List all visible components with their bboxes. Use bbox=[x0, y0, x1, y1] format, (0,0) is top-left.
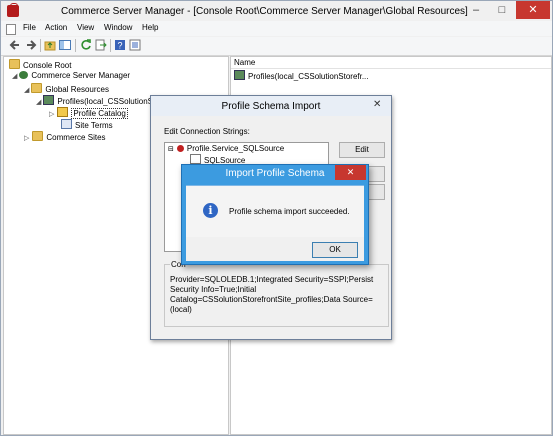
tree-node-commerce-server-manager[interactable]: ◢ Commerce Server Manager bbox=[12, 71, 130, 80]
connection-string-text: Provider=SQLOLEDB.1;Integrated Security=… bbox=[170, 275, 374, 314]
folder-icon bbox=[9, 59, 20, 69]
tree-node-label: Console Root bbox=[23, 61, 72, 70]
tree-item-label: Profile.Service_SQLSource bbox=[186, 144, 285, 153]
tree-node-label: Commerce Sites bbox=[46, 133, 106, 142]
window-title: Commerce Server Manager - [Console Root\… bbox=[61, 6, 468, 17]
menu-action[interactable]: Action bbox=[45, 23, 67, 32]
dialog-message: Profile schema import succeeded. bbox=[229, 207, 350, 216]
document-icon bbox=[190, 154, 201, 164]
server-manager-icon bbox=[19, 71, 29, 79]
show-hide-tree-icon[interactable] bbox=[59, 39, 71, 51]
tree-node-site-terms[interactable]: Site Terms bbox=[61, 119, 113, 130]
tree-item-profile-service[interactable]: ⊟ Profile.Service_SQLSource bbox=[168, 144, 284, 153]
tree-node-profile-catalog[interactable]: ▷ Profile Catalog bbox=[49, 107, 128, 119]
svg-text:?: ? bbox=[117, 41, 122, 51]
expand-chevron-icon[interactable]: ▷ bbox=[24, 135, 29, 142]
connection-string-group: Con Provider=SQLOLEDB.1;Integrated Secur… bbox=[164, 260, 389, 327]
tree-node-label: Site Terms bbox=[75, 121, 113, 130]
info-icon: i bbox=[203, 203, 218, 218]
menu-help[interactable]: Help bbox=[142, 23, 158, 32]
tree-node-console-root[interactable]: Console Root bbox=[9, 59, 71, 70]
refresh-icon[interactable] bbox=[80, 39, 92, 51]
tree-node-label: Global Resources bbox=[45, 85, 109, 94]
datasource-icon bbox=[176, 145, 184, 152]
expand-chevron-icon[interactable]: ▷ bbox=[49, 111, 54, 118]
tree-node-commerce-sites[interactable]: ▷ Commerce Sites bbox=[24, 131, 106, 142]
forward-arrow-icon[interactable] bbox=[25, 39, 37, 51]
title-bar: Commerce Server Manager - [Console Root\… bbox=[1, 1, 552, 21]
collapse-box-icon[interactable]: ⊟ bbox=[168, 146, 174, 153]
up-folder-icon[interactable] bbox=[44, 39, 56, 51]
app-icon bbox=[7, 3, 19, 17]
collapse-chevron-icon[interactable]: ◢ bbox=[36, 99, 41, 106]
menu-window[interactable]: Window bbox=[104, 23, 132, 32]
back-arrow-icon[interactable] bbox=[9, 39, 21, 51]
menu-view[interactable]: View bbox=[77, 23, 94, 32]
export-list-icon[interactable] bbox=[95, 39, 107, 51]
profiles-icon bbox=[234, 70, 245, 80]
folder-icon bbox=[32, 131, 44, 141]
maximize-button[interactable]: □ bbox=[489, 1, 515, 19]
dialog-title-bar: Profile Schema Import ✕ bbox=[151, 96, 391, 116]
help-icon[interactable]: ? bbox=[114, 39, 126, 51]
tree-node-label: Profile Catalog bbox=[71, 108, 128, 119]
dialog-close-button[interactable]: ✕ bbox=[335, 165, 366, 180]
site-terms-icon bbox=[61, 119, 72, 129]
profiles-icon bbox=[43, 95, 55, 105]
toolbar-separator bbox=[75, 39, 76, 52]
folder-icon bbox=[31, 83, 43, 93]
menu-file[interactable]: File bbox=[23, 23, 36, 32]
mmc-doc-icon[interactable] bbox=[6, 24, 16, 35]
catalog-icon bbox=[57, 107, 69, 117]
column-header-name[interactable]: Name bbox=[234, 58, 255, 67]
tree-node-global-resources[interactable]: ◢ Global Resources bbox=[24, 83, 109, 94]
minimize-button[interactable]: – bbox=[463, 1, 489, 19]
toolbar-separator bbox=[110, 39, 111, 52]
import-profile-schema-dialog: Import Profile Schema ✕ i Profile schema… bbox=[181, 164, 369, 265]
close-button[interactable]: ✕ bbox=[516, 1, 550, 19]
dialog-body: i Profile schema import succeeded. OK bbox=[186, 185, 364, 261]
edit-button[interactable]: Edit bbox=[339, 142, 385, 158]
list-item-label: Profiles(local_CSSolutionStorefr... bbox=[248, 72, 369, 81]
ok-button[interactable]: OK bbox=[312, 242, 358, 258]
list-item[interactable]: Profiles(local_CSSolutionStorefr... bbox=[234, 70, 369, 81]
tree-node-label: Commerce Server Manager bbox=[31, 71, 131, 80]
properties-icon[interactable] bbox=[129, 39, 141, 51]
collapse-chevron-icon[interactable]: ◢ bbox=[12, 73, 17, 80]
toolbar-separator bbox=[40, 39, 41, 52]
dialog-close-button[interactable]: ✕ bbox=[373, 99, 381, 110]
list-header: Name bbox=[231, 57, 551, 69]
collapse-chevron-icon[interactable]: ◢ bbox=[24, 87, 29, 94]
edit-connection-strings-label: Edit Connection Strings: bbox=[164, 127, 250, 136]
dialog-title: Profile Schema Import bbox=[221, 101, 321, 112]
